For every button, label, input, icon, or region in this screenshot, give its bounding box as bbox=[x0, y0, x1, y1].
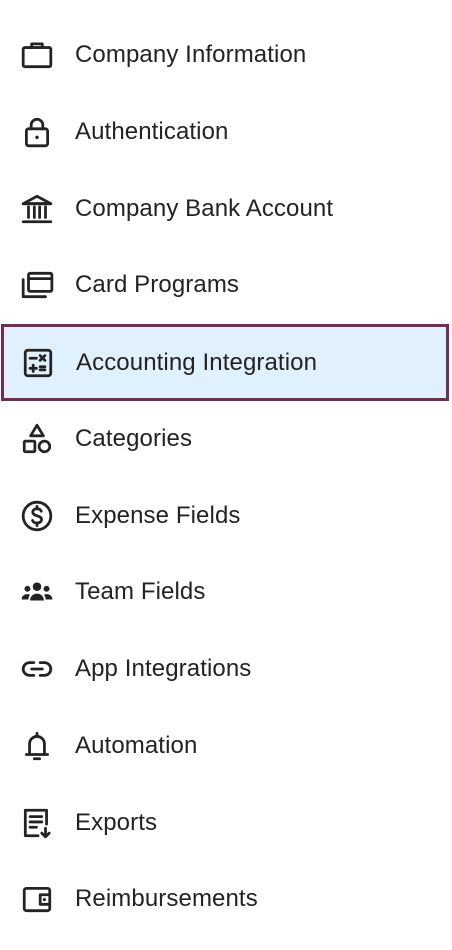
lock-icon bbox=[18, 113, 56, 151]
sidebar-item-label: Exports bbox=[75, 808, 158, 836]
export-document-icon bbox=[18, 804, 56, 842]
bank-icon bbox=[18, 190, 56, 228]
sidebar-item-label: Categories bbox=[75, 424, 193, 452]
sidebar-item-accounting-integration[interactable]: Accounting Integration bbox=[1, 324, 449, 401]
bell-icon bbox=[18, 727, 56, 765]
sidebar-item-automation[interactable]: Automation bbox=[0, 707, 452, 784]
dollar-circle-icon bbox=[18, 497, 56, 535]
sidebar-item-exports[interactable]: Exports bbox=[0, 784, 452, 861]
sidebar-item-label: Company Information bbox=[75, 40, 307, 68]
sidebar-item-label: Expense Fields bbox=[75, 501, 241, 529]
sidebar-item-team-fields[interactable]: Team Fields bbox=[0, 553, 452, 630]
cards-icon bbox=[18, 266, 56, 304]
team-icon bbox=[18, 573, 56, 611]
sidebar-item-label: Team Fields bbox=[75, 577, 206, 605]
sidebar-item-app-integrations[interactable]: App Integrations bbox=[0, 630, 452, 707]
sidebar-item-authentication[interactable]: Authentication bbox=[0, 93, 452, 170]
sidebar-item-label: Accounting Integration bbox=[76, 348, 318, 376]
sidebar-item-label: Company Bank Account bbox=[75, 194, 334, 222]
briefcase-icon bbox=[18, 36, 56, 74]
shapes-icon bbox=[18, 420, 56, 458]
sidebar-item-label: Card Programs bbox=[75, 270, 240, 298]
wallet-icon bbox=[18, 880, 56, 918]
sidebar-item-reimbursements[interactable]: Reimbursements bbox=[0, 860, 452, 937]
sidebar-item-company-information[interactable]: Company Information bbox=[0, 16, 452, 93]
sidebar-item-label: Automation bbox=[75, 731, 198, 759]
sidebar-item-card-programs[interactable]: Card Programs bbox=[0, 246, 452, 323]
sidebar-item-label: App Integrations bbox=[75, 654, 252, 682]
sidebar-item-categories[interactable]: Categories bbox=[0, 400, 452, 477]
link-icon bbox=[18, 650, 56, 688]
sidebar-item-label: Authentication bbox=[75, 117, 229, 145]
settings-sidebar-nav: Company Information Authentication Compa… bbox=[0, 0, 452, 950]
sidebar-item-label: Reimbursements bbox=[75, 884, 258, 912]
sidebar-item-company-bank-account[interactable]: Company Bank Account bbox=[0, 170, 452, 247]
calculator-icon bbox=[19, 344, 57, 382]
sidebar-item-expense-fields[interactable]: Expense Fields bbox=[0, 477, 452, 554]
